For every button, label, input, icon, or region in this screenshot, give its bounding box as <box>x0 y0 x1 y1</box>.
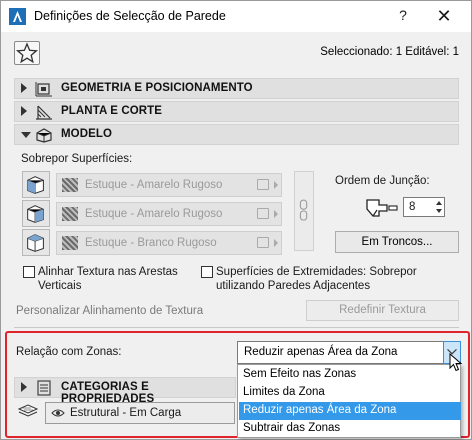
section-label: PLANTA E CORTE <box>61 105 163 117</box>
material-picker-icon <box>257 237 269 248</box>
surface-face-button[interactable] <box>22 171 50 198</box>
menu-item-no-effect[interactable]: Sem Efeito nas Zonas <box>239 366 461 384</box>
override-surfaces-label: Sobrepor Superfícies: <box>21 153 133 165</box>
material-swatch <box>62 207 78 221</box>
join-order-spinner[interactable] <box>434 198 444 216</box>
join-order-label: Ordem de Junção: <box>335 175 430 187</box>
material-swatch <box>62 178 78 192</box>
align-texture-label: Alinhar Textura nas Arestas Verticais <box>38 266 178 292</box>
surface-material-name: Estuque - Amarelo Rugoso <box>85 208 223 220</box>
material-picker-icon <box>257 208 269 219</box>
wall-outside-face-icon <box>27 176 44 194</box>
archicad-app-icon <box>9 8 26 25</box>
surface-material-field[interactable]: Estuque - Branco Rugoso <box>56 231 282 255</box>
arrow-right-icon <box>274 210 278 218</box>
layer-selector[interactable]: Estrutural - Em Carga <box>45 402 235 424</box>
section-label: GEOMETRIA E POSICIONAMENTO <box>61 82 253 94</box>
settings-dialog: Definições de Selecção de Parede ? ✕ Sel… <box>0 0 472 440</box>
arrow-right-icon <box>274 181 278 189</box>
menu-item-reduce-area[interactable]: Reduzir apenas Área da Zona <box>239 402 461 420</box>
join-order-value: 8 <box>409 201 416 213</box>
custom-align-label: Personalizar Alinhamento de Textura <box>16 305 204 317</box>
material-swatch <box>62 236 78 250</box>
surface-material-name: Estuque - Amarelo Rugoso <box>85 179 223 191</box>
wall-edge-face-icon <box>27 205 44 223</box>
zone-relation-selected: Reduzir apenas Área da Zona <box>244 346 398 358</box>
surface-material-field[interactable]: Estuque - Amarelo Rugoso <box>56 173 282 197</box>
join-order-icon <box>366 199 398 217</box>
layer-name: Estrutural - Em Carga <box>70 407 182 419</box>
in-trunks-button[interactable]: Em Troncos... <box>335 231 459 253</box>
title-bar: Definições de Selecção de Parede ? ✕ <box>1 1 471 32</box>
menu-item-subtract[interactable]: Subtrair das Zonas <box>239 420 461 438</box>
divider <box>14 327 459 328</box>
geometry-icon <box>35 82 52 97</box>
zone-relation-label: Relação com Zonas: <box>16 346 122 358</box>
arrow-right-icon <box>274 239 278 247</box>
model-icon <box>36 128 52 143</box>
material-picker-icon <box>257 179 269 190</box>
wall-inside-face-icon <box>27 234 44 252</box>
expand-arrow-icon <box>21 106 27 116</box>
menu-item-zone-boundary[interactable]: Limites da Zona <box>239 384 461 402</box>
layer-icon <box>17 404 39 417</box>
mouse-cursor-icon <box>449 353 463 372</box>
section-model[interactable]: MODELO <box>14 124 459 145</box>
align-texture-checkbox[interactable] <box>23 266 35 278</box>
categories-icon <box>37 380 51 396</box>
selection-count: Seleccionado: 1 Editável: 1 <box>320 46 459 58</box>
section-label: MODELO <box>61 128 113 140</box>
zone-relation-dropdown[interactable]: Reduzir apenas Área da Zona <box>237 341 461 364</box>
favorites-button[interactable] <box>14 41 40 65</box>
section-floorplan[interactable]: PLANTA E CORTE <box>14 101 459 122</box>
window-title: Definições de Selecção de Parede <box>34 9 226 23</box>
close-button[interactable]: ✕ <box>433 7 455 27</box>
section-geometry[interactable]: GEOMETRIA E POSICIONAMENTO <box>14 78 459 99</box>
help-button[interactable]: ? <box>393 7 413 27</box>
star-icon <box>15 42 39 64</box>
link-surfaces-toggle[interactable] <box>294 171 314 251</box>
floorplan-icon <box>36 105 52 120</box>
surface-inside-button[interactable] <box>22 229 50 256</box>
chain-link-icon <box>299 199 308 221</box>
surface-material-field[interactable]: Estuque - Amarelo Rugoso <box>56 202 282 226</box>
collapse-arrow-icon <box>21 132 31 138</box>
end-surfaces-label: Superfícies de Extremidades: Sobrepor ut… <box>216 266 417 292</box>
end-surfaces-checkbox[interactable] <box>201 266 213 278</box>
surface-edge-button[interactable] <box>22 200 50 227</box>
expand-arrow-icon <box>21 83 27 93</box>
eye-icon <box>51 409 65 417</box>
reset-texture-button[interactable]: Redefinir Textura <box>306 300 459 321</box>
surface-material-name: Estuque - Branco Rugoso <box>85 237 217 249</box>
section-categories[interactable]: CATEGORIAS E PROPRIEDADES <box>14 377 236 405</box>
zone-relation-menu: Sem Efeito nas Zonas Limites da Zona Red… <box>237 364 461 438</box>
expand-arrow-icon <box>21 382 27 392</box>
